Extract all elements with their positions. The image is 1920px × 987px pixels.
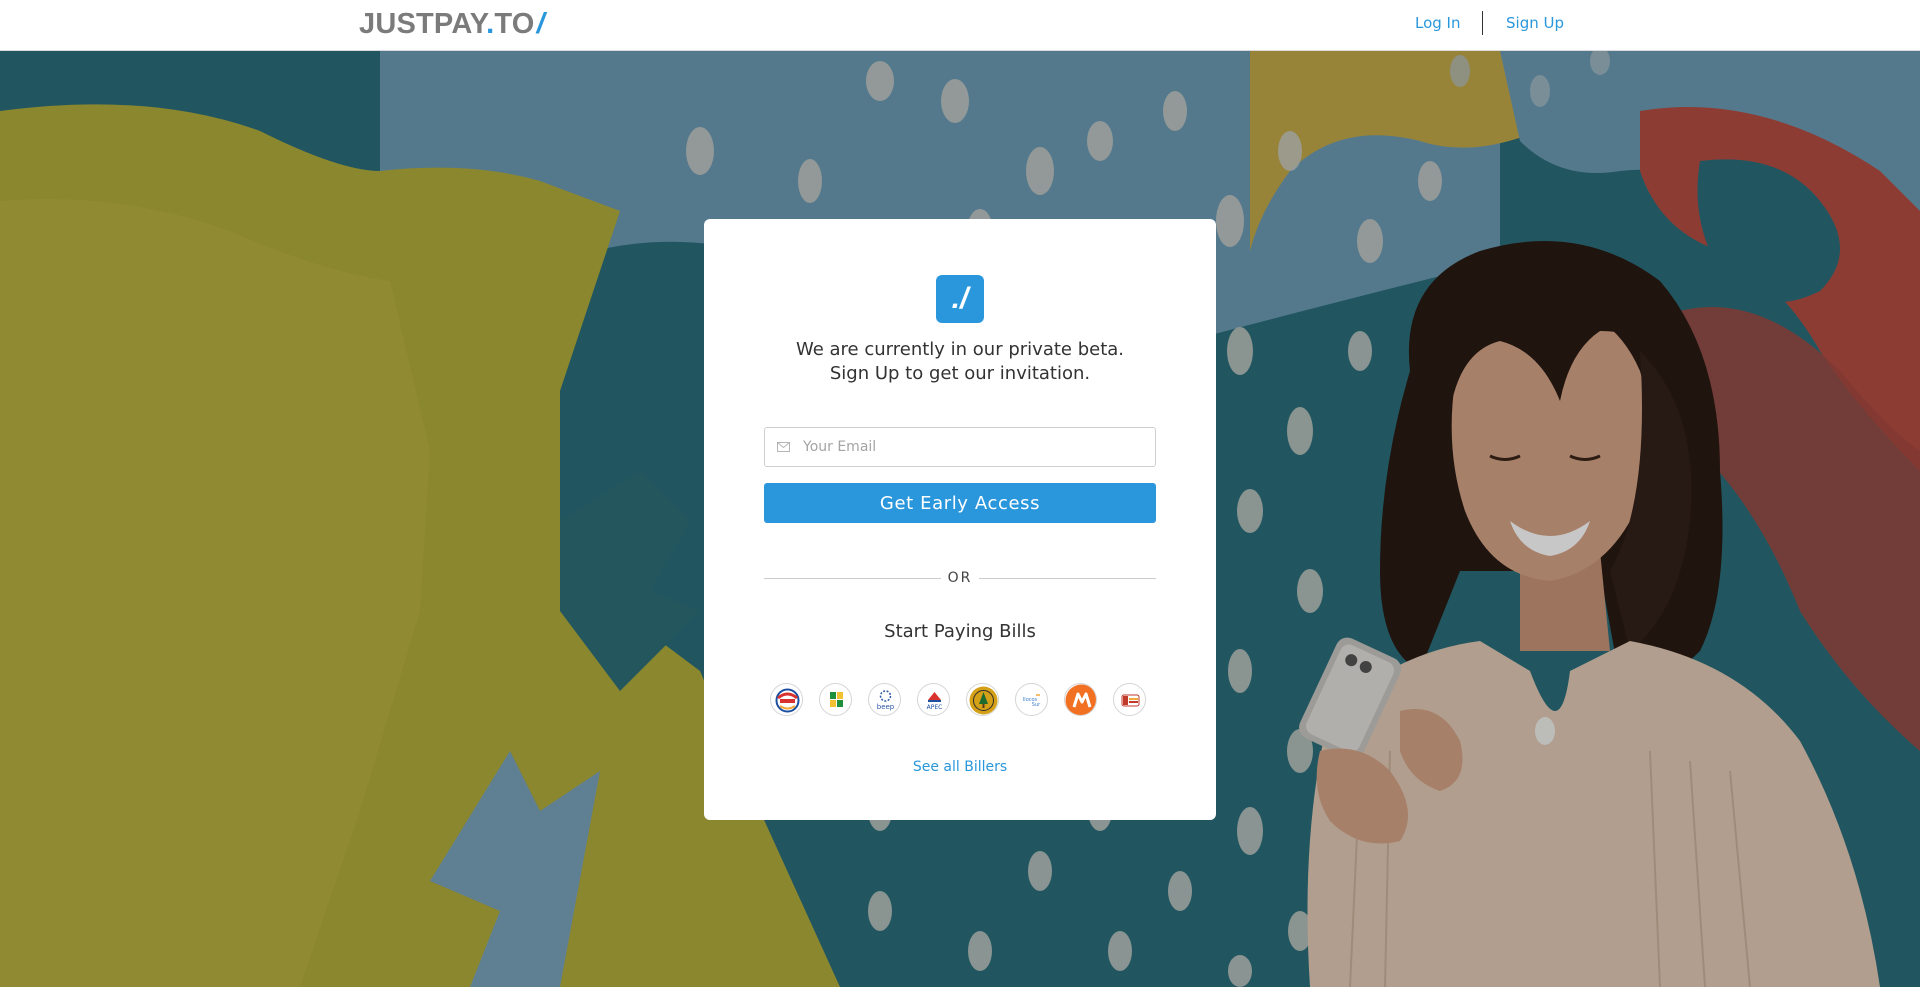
- beta-message: We are currently in our private beta. Si…: [704, 338, 1216, 386]
- login-link[interactable]: Log In: [1415, 13, 1461, 33]
- biller-beep-icon[interactable]: beep: [868, 683, 901, 716]
- biller-5-icon[interactable]: [966, 683, 999, 716]
- svg-text:beep: beep: [877, 703, 895, 711]
- email-input[interactable]: [803, 428, 1143, 466]
- justpay-logo[interactable]: JUSTPAY.TO/: [359, 4, 545, 44]
- beta-signup-card: ./ We are currently in our private beta.…: [704, 219, 1216, 820]
- get-early-access-button[interactable]: Get Early Access: [764, 483, 1156, 523]
- badge-glyph: ./: [951, 282, 969, 315]
- logo-brand: JUSTPAY: [359, 8, 487, 40]
- nav-divider: [1482, 11, 1483, 35]
- or-divider-right: [979, 578, 1156, 579]
- justpay-badge-icon: ./: [936, 275, 984, 323]
- biller-7-icon[interactable]: [1064, 683, 1097, 716]
- see-all-billers-link[interactable]: See all Billers: [704, 758, 1216, 776]
- svg-text:APEC: APEC: [927, 704, 943, 711]
- or-label: OR: [947, 570, 973, 586]
- start-paying-bills-heading: Start Paying Bills: [884, 621, 1036, 642]
- biller-apec-icon[interactable]: APEC: [917, 683, 950, 716]
- biller-1-icon[interactable]: [770, 683, 803, 716]
- svg-text:Sur: Sur: [1032, 702, 1041, 708]
- biller-8-icon[interactable]: [1113, 683, 1146, 716]
- logo-slash: /: [536, 8, 545, 40]
- or-divider-left: [764, 578, 941, 579]
- signup-link[interactable]: Sign Up: [1506, 13, 1564, 33]
- email-field[interactable]: [764, 427, 1156, 467]
- logo-tld: TO: [494, 8, 535, 40]
- top-navbar: JUSTPAY.TO/ Log In Sign Up: [0, 0, 1920, 51]
- mail-icon: [777, 442, 790, 452]
- beta-line-2: Sign Up to get our invitation.: [829, 363, 1091, 384]
- beta-line-1: We are currently in our private beta.: [795, 339, 1125, 360]
- biller-6-icon[interactable]: Ilocos Sur: [1015, 683, 1048, 716]
- biller-2-icon[interactable]: [819, 683, 852, 716]
